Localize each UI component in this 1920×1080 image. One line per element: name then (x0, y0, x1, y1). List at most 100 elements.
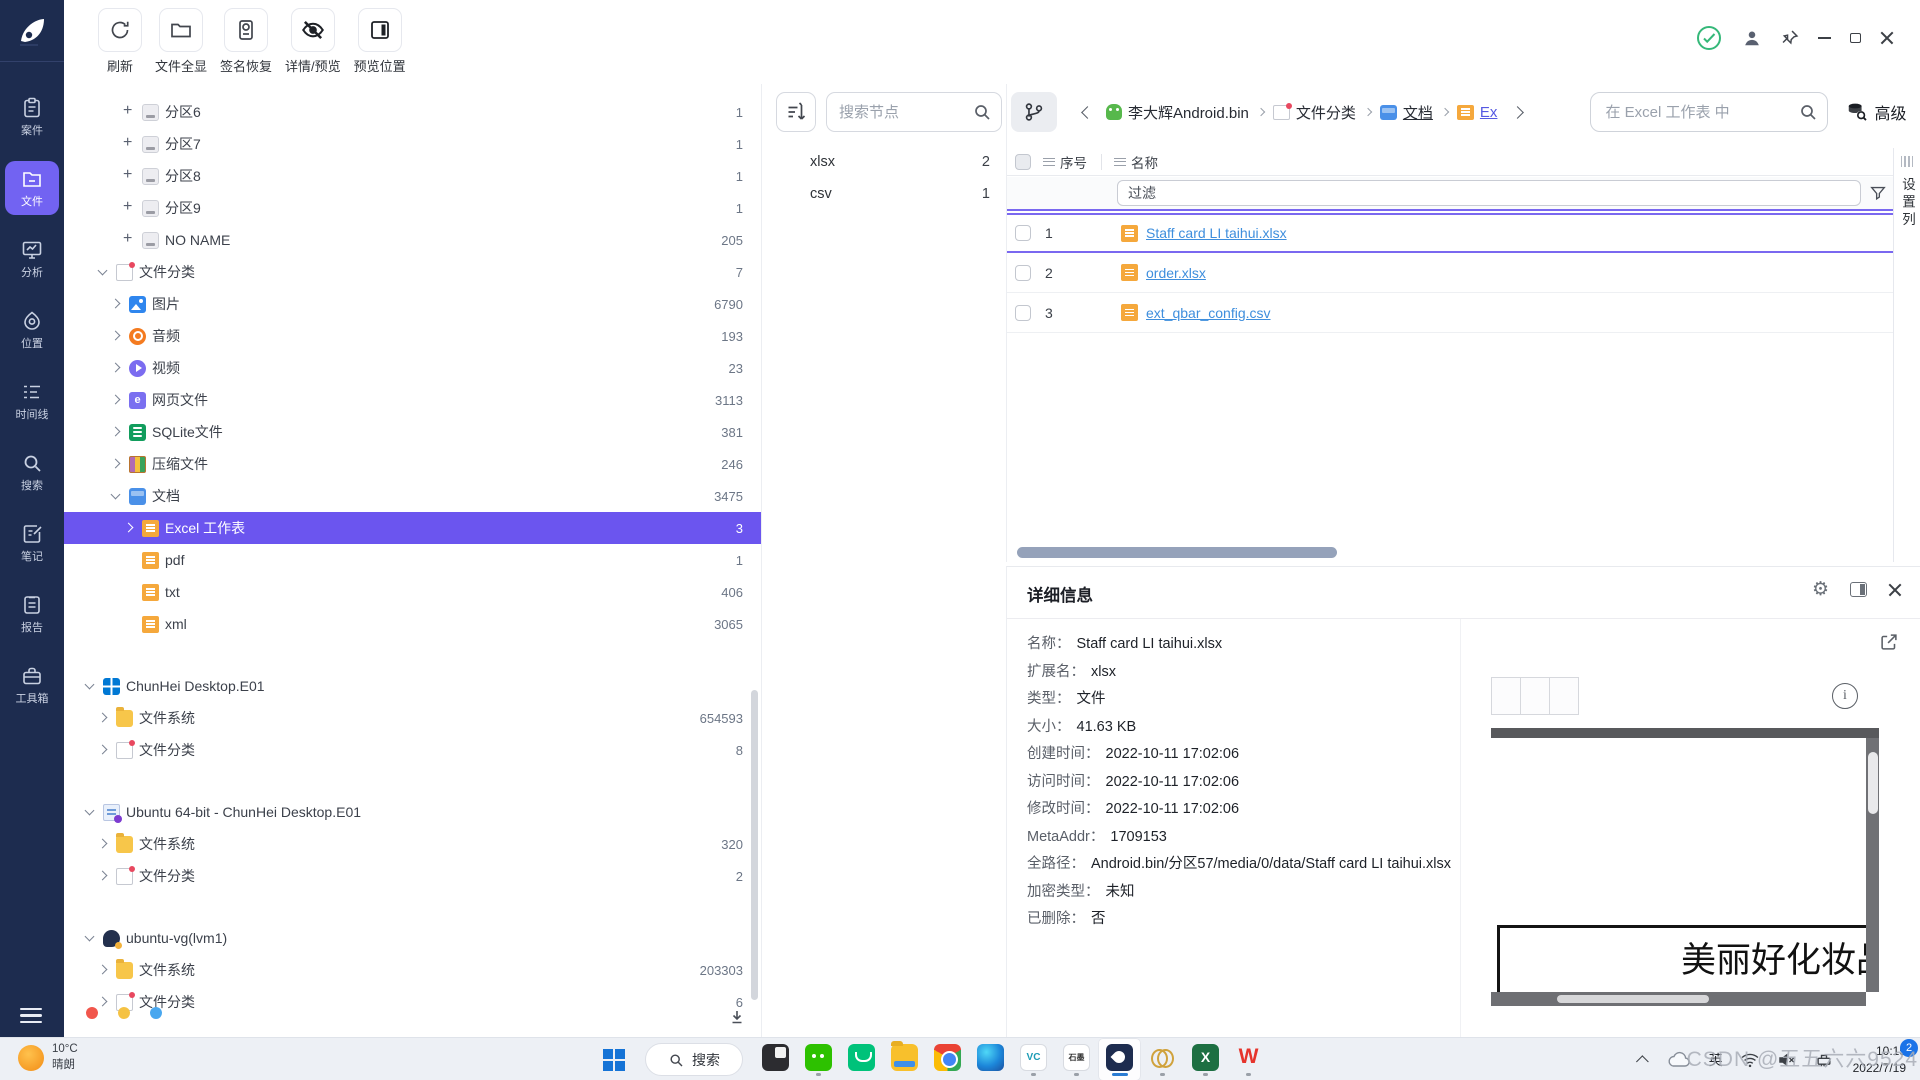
sidebar-item-toolbox[interactable]: 工具箱 (5, 658, 59, 712)
weather-widget[interactable]: 10°C晴朗 (18, 1042, 78, 1073)
breadcrumb-item-docs[interactable]: 文档 (1380, 102, 1433, 123)
veracrypt-icon[interactable]: VC (1012, 1038, 1055, 1080)
tree-item[interactable]: 文件分类 6 (64, 986, 761, 1018)
close-button[interactable] (1880, 31, 1894, 45)
tree-scrollbar[interactable] (751, 690, 758, 1000)
expander-icon[interactable] (121, 201, 136, 216)
wechat-icon[interactable] (797, 1038, 840, 1080)
expander-icon[interactable] (95, 963, 110, 978)
expander-icon[interactable] (121, 617, 136, 632)
desktops-icon[interactable] (754, 1038, 797, 1080)
expander-icon[interactable] (121, 169, 136, 184)
tree-item[interactable]: xml 3065 (64, 608, 761, 640)
info-icon[interactable]: i (1832, 683, 1858, 709)
filter-input[interactable] (1117, 180, 1861, 206)
expander-icon[interactable] (121, 233, 136, 248)
file-link[interactable]: Staff card LI taihui.xlsx (1146, 225, 1287, 241)
excel-icon[interactable]: X (1184, 1038, 1227, 1080)
edge-icon[interactable] (969, 1038, 1012, 1080)
panel-toggle-icon[interactable] (1850, 582, 1867, 597)
tree-item[interactable]: 文件分类 7 (64, 256, 761, 288)
tree-item[interactable]: ubuntu-vg(lvm1) (64, 922, 761, 954)
refresh-button[interactable]: 刷新 (98, 8, 142, 75)
scroll-down-icon[interactable] (729, 1009, 747, 1025)
tree-item[interactable]: 音频 193 (64, 320, 761, 352)
shimo-icon[interactable]: 石墨 (1055, 1038, 1098, 1080)
tree-item[interactable]: 文件分类 8 (64, 734, 761, 766)
detail-preview-toggle-button[interactable]: 详情/预览 (285, 8, 341, 75)
tree-item[interactable]: 文件系统 654593 (64, 702, 761, 734)
verified-check-icon[interactable] (1695, 24, 1723, 52)
preview-tool-button[interactable] (1549, 677, 1579, 715)
sort-nodes-button[interactable] (776, 92, 816, 132)
tree-item[interactable]: 分区9 1 (64, 192, 761, 224)
input-language[interactable]: 英 (1709, 1050, 1723, 1070)
expander-icon[interactable] (121, 585, 136, 600)
expander-icon[interactable] (108, 329, 123, 344)
rings-icon[interactable] (1141, 1038, 1184, 1080)
sidebar-item-search[interactable]: 搜索 (5, 445, 59, 499)
tree-item[interactable]: Ubuntu 64-bit - ChunHei Desktop.E01 (64, 796, 761, 828)
sidebar-item-files[interactable]: 文件 (5, 161, 59, 215)
tray-chevron-up-icon[interactable] (1636, 1055, 1649, 1068)
sidebar-item-case[interactable]: 案件 (5, 90, 59, 144)
volume-muted-icon[interactable] (1777, 1051, 1797, 1069)
file-search-input[interactable] (1590, 92, 1828, 132)
breadcrumb-forward-icon[interactable] (1512, 106, 1525, 119)
tree-item[interactable]: SQLite文件 381 (64, 416, 761, 448)
sidebar-item-analysis[interactable]: 分析 (5, 232, 59, 286)
expander-icon[interactable] (108, 297, 123, 312)
expander-icon[interactable] (121, 105, 136, 120)
doc-hscroll-thumb[interactable] (1557, 995, 1709, 1003)
expander-icon[interactable] (82, 805, 97, 820)
expander-icon[interactable] (108, 457, 123, 472)
ethernet-icon[interactable] (1814, 1051, 1834, 1069)
tree-item[interactable]: 网页文件 3113 (64, 384, 761, 416)
sidebar-item-location[interactable]: 位置 (5, 303, 59, 357)
tree-item[interactable]: 文档 3475 (64, 480, 761, 512)
preview-tool-button[interactable] (1520, 677, 1549, 715)
expander-icon[interactable] (95, 265, 110, 280)
close-detail-icon[interactable] (1888, 583, 1902, 597)
tree-item[interactable]: NO NAME 205 (64, 224, 761, 256)
user-icon[interactable] (1742, 28, 1762, 48)
sidebar-item-report[interactable]: 报告 (5, 587, 59, 641)
sidebar-item-notes[interactable]: 笔记 (5, 516, 59, 570)
expander-icon[interactable] (108, 393, 123, 408)
tree-item[interactable]: ChunHei Desktop.E01 (64, 670, 761, 702)
order.xlsx[interactable]: 2 order.xlsx (1007, 253, 1893, 293)
Staff card LI taihui.xlsx[interactable]: 1 Staff card LI taihui.xlsx (1007, 213, 1893, 253)
external-link-icon[interactable] (1878, 631, 1900, 653)
tree-item[interactable]: 分区7 1 (64, 128, 761, 160)
tree-item[interactable]: 视频 23 (64, 352, 761, 384)
breadcrumb-item-category[interactable]: 文件分类 (1273, 102, 1356, 123)
expander-icon[interactable] (108, 489, 123, 504)
gear-icon[interactable]: ⚙ (1812, 580, 1829, 599)
menu-icon[interactable] (20, 1008, 42, 1023)
tree-item[interactable]: Excel 工作表 3 (64, 512, 761, 544)
tree-item[interactable]: 图片 6790 (64, 288, 761, 320)
extension-item[interactable]: xlsx 2 (770, 146, 1006, 178)
breadcrumb-item-excel[interactable]: Ex (1457, 104, 1498, 121)
expander-icon[interactable] (82, 931, 97, 946)
tree-item[interactable]: txt 406 (64, 576, 761, 608)
signature-recovery-button[interactable]: 签名恢复 (220, 8, 272, 75)
minimize-button[interactable] (1818, 37, 1831, 39)
expander-icon[interactable] (82, 679, 97, 694)
tree-item[interactable]: 分区6 1 (64, 96, 761, 128)
row-checkbox[interactable] (1015, 225, 1031, 241)
notification-badge[interactable]: 2 (1900, 1039, 1918, 1057)
grip-icon[interactable] (1901, 156, 1913, 167)
expander-icon[interactable] (95, 743, 110, 758)
column-header-index[interactable]: 序号 (1060, 152, 1087, 172)
doc-vscroll-thumb[interactable] (1868, 752, 1878, 814)
expander-icon[interactable] (95, 869, 110, 884)
clock[interactable]: 10:15 2022/7/19 2 (1853, 1043, 1906, 1075)
breadcrumb-item-root[interactable]: 李大辉Android.bin (1106, 102, 1249, 123)
extension-item[interactable]: csv 1 (770, 178, 1006, 210)
row-checkbox[interactable] (1015, 305, 1031, 321)
select-all-checkbox[interactable] (1015, 154, 1031, 170)
preview-position-button[interactable]: 预览位置 (354, 8, 406, 75)
tree-item[interactable]: 文件系统 203303 (64, 954, 761, 986)
pin-icon[interactable] (1781, 29, 1799, 47)
